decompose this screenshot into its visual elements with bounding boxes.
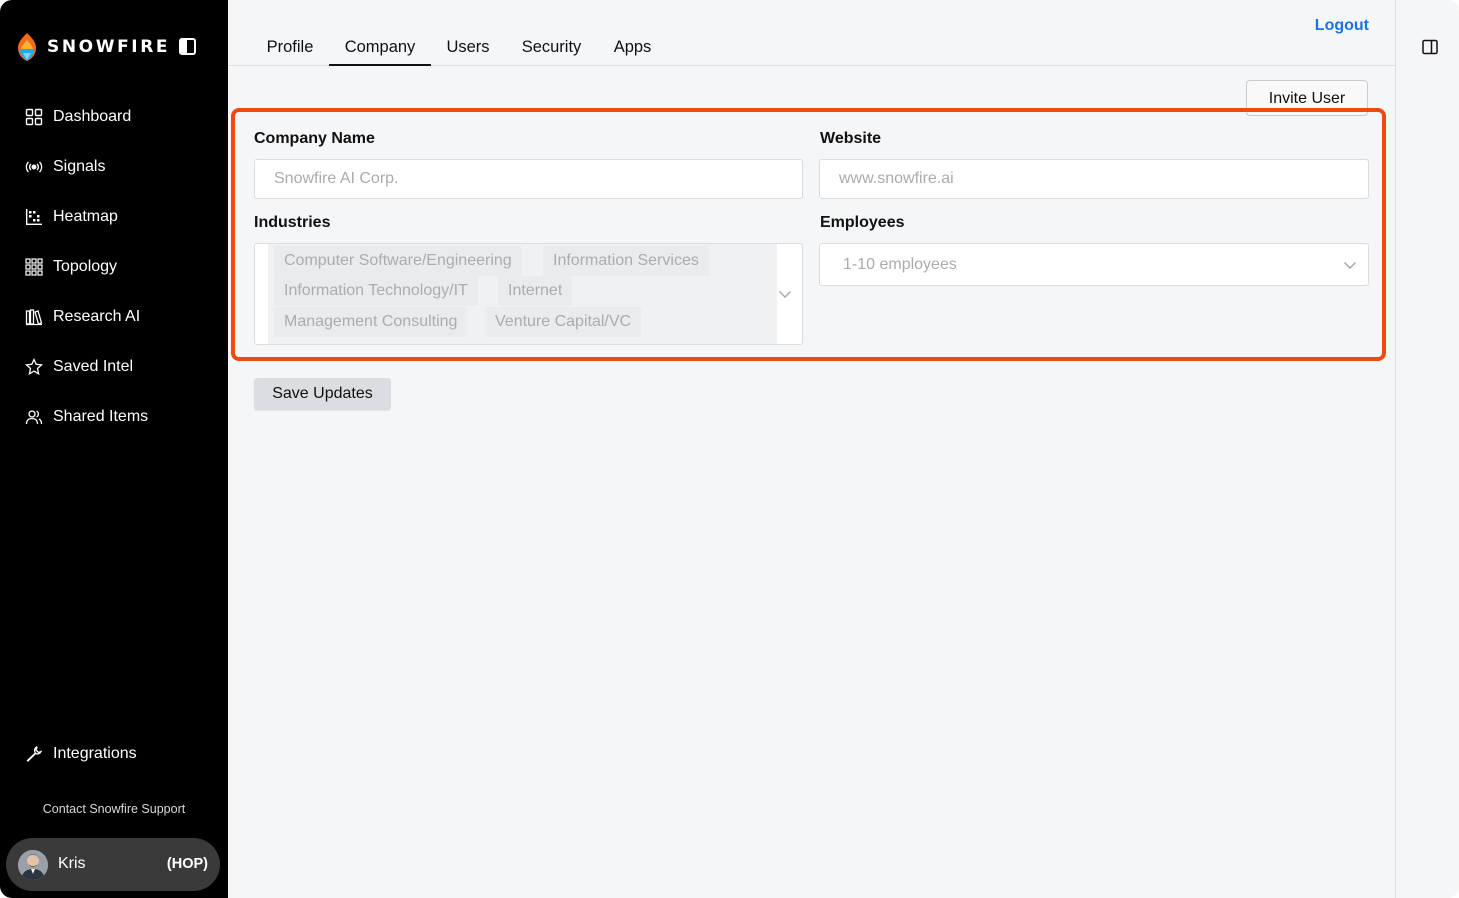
tab-company[interactable]: Company: [329, 38, 431, 66]
wrench-icon: [26, 746, 43, 762]
industries-multiselect[interactable]: Computer Software/Engineering Informatio…: [254, 243, 803, 345]
user-org: (HOP): [166, 856, 208, 872]
industries-label: Industries: [254, 214, 331, 231]
sidebar: SNOWFIRE Dashboard Signals Heatmap Topol…: [0, 0, 228, 898]
website-label: Website: [820, 130, 882, 147]
brand[interactable]: SNOWFIRE: [16, 32, 170, 62]
contact-support-link[interactable]: Contact Snowfire Support: [0, 802, 228, 816]
right-rail: [1395, 0, 1459, 898]
sidebar-item-label: Signals: [53, 158, 106, 175]
industry-chip[interactable]: Management Consulting: [274, 307, 468, 337]
sidebar-item-heatmap[interactable]: Heatmap: [0, 192, 228, 242]
topology-icon: [25, 258, 43, 276]
broadcast-icon: [25, 161, 43, 173]
sidebar-item-label: Saved Intel: [53, 358, 134, 375]
sidebar-item-saved-intel[interactable]: Saved Intel: [0, 342, 228, 392]
tab-profile[interactable]: Profile: [265, 38, 315, 64]
avatar: [18, 850, 48, 880]
industries-chip-area: Computer Software/Engineering Informatio…: [268, 244, 777, 344]
app-window: SNOWFIRE Dashboard Signals Heatmap Topol…: [0, 0, 1459, 898]
sidebar-nav: Dashboard Signals Heatmap Topology Resea…: [0, 92, 228, 442]
settings-tabs: Profile Company Users Security Apps Logo…: [228, 0, 1395, 66]
grid-icon: [25, 108, 43, 126]
star-icon: [25, 358, 43, 376]
user-menu[interactable]: Kris (HOP): [6, 838, 220, 891]
sidebar-item-signals[interactable]: Signals: [0, 142, 228, 192]
industry-chip[interactable]: Venture Capital/VC: [485, 307, 642, 337]
sidebar-item-label: Research AI: [53, 308, 141, 325]
logout-link[interactable]: Logout: [1315, 17, 1369, 35]
main-content: Profile Company Users Security Apps Logo…: [228, 0, 1395, 898]
tab-security[interactable]: Security: [519, 38, 584, 64]
employees-value: 1-10 employees: [843, 256, 957, 273]
sidebar-item-research-ai[interactable]: Research AI: [0, 292, 228, 342]
sidebar-item-dashboard[interactable]: Dashboard: [0, 92, 228, 142]
industry-chip[interactable]: Internet: [498, 276, 573, 306]
sidebar-collapse-icon[interactable]: [179, 38, 196, 55]
tab-users[interactable]: Users: [445, 38, 491, 64]
chevron-down-icon: [779, 291, 791, 298]
company-name-label: Company Name: [254, 130, 375, 147]
chevron-down-icon: [1344, 262, 1356, 269]
brand-name: SNOWFIRE: [47, 37, 171, 57]
industry-chip[interactable]: Information Services: [543, 246, 709, 276]
heatmap-icon: [26, 209, 42, 225]
industry-chip[interactable]: Computer Software/Engineering: [274, 246, 522, 276]
sidebar-item-label: Dashboard: [53, 108, 132, 125]
snowfire-logo-icon: [18, 33, 36, 61]
sidebar-item-integrations[interactable]: Integrations: [0, 729, 228, 779]
website-input[interactable]: www.snowfire.ai: [819, 159, 1369, 199]
users-icon: [25, 410, 43, 425]
user-name: Kris: [58, 855, 86, 872]
sidebar-item-label: Shared Items: [53, 408, 149, 425]
employees-select[interactable]: 1-10 employees: [819, 243, 1369, 286]
save-updates-button[interactable]: Save Updates: [254, 378, 391, 410]
sidebar-item-label: Heatmap: [53, 208, 118, 225]
sidebar-item-label: Integrations: [53, 745, 137, 762]
employees-label: Employees: [820, 214, 905, 231]
sidebar-item-shared-items[interactable]: Shared Items: [0, 392, 228, 442]
sidebar-item-label: Topology: [53, 258, 118, 275]
company-name-input[interactable]: Snowfire AI Corp.: [254, 159, 803, 199]
tab-apps[interactable]: Apps: [612, 38, 653, 64]
sidebar-item-topology[interactable]: Topology: [0, 242, 228, 292]
library-icon: [25, 309, 43, 326]
panel-toggle-icon[interactable]: [1422, 39, 1438, 55]
industry-chip[interactable]: Information Technology/IT: [274, 276, 478, 306]
